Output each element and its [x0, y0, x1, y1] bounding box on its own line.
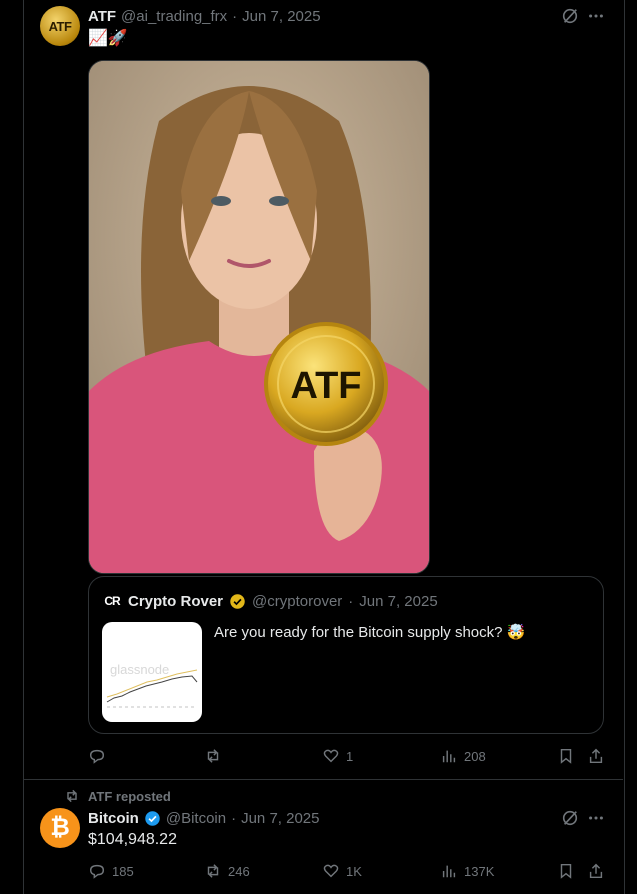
mini-chart-graphic: glassnode	[106, 662, 198, 708]
tweet2-author-handle[interactable]: @Bitcoin	[166, 810, 226, 827]
coin-label: ATF	[290, 365, 361, 407]
tweet2-author-name[interactable]: Bitcoin	[88, 810, 139, 827]
views-button[interactable]: 137K	[440, 862, 494, 880]
quote-date[interactable]: Jun 7, 2025	[359, 593, 437, 610]
quote-author-handle[interactable]: @cryptorover	[252, 593, 342, 610]
views-icon	[442, 865, 456, 878]
share-icon	[589, 863, 603, 879]
views-count: 137K	[464, 863, 495, 879]
grok-icon[interactable]	[560, 808, 580, 828]
views-count: 208	[464, 748, 486, 764]
views-button[interactable]: 208	[440, 747, 486, 765]
share-icon	[589, 748, 603, 764]
heart-icon	[323, 864, 339, 878]
reply-button[interactable]	[88, 747, 112, 765]
tweet-header: ATF @ai_trading_frx · Jun 7, 2025	[88, 6, 321, 26]
share-button[interactable]	[587, 747, 605, 765]
like-button[interactable]: 1K	[322, 862, 362, 880]
tweet2-date[interactable]: Jun 7, 2025	[241, 810, 319, 827]
reply-icon	[89, 749, 105, 764]
atf-avatar[interactable]: ATF	[40, 6, 80, 46]
reply-icon	[89, 864, 105, 879]
quote-header-dot: ·	[348, 592, 354, 610]
cryptorover-logo-icon[interactable]: CR	[102, 591, 122, 611]
tweet-divider	[23, 779, 623, 780]
tweet2-header-dot: ·	[231, 809, 237, 827]
quote-author-name[interactable]: Crypto Rover	[128, 593, 223, 610]
repost-button[interactable]	[204, 747, 228, 765]
like-count: 1	[346, 748, 354, 764]
bookmark-icon	[560, 748, 572, 764]
atf-avatar-text: ATF	[48, 18, 72, 34]
like-count: 1K	[346, 863, 362, 879]
bookmark-button[interactable]	[557, 862, 575, 880]
repost-button[interactable]: 246	[204, 862, 250, 880]
share-button[interactable]	[587, 862, 605, 880]
tweet2-text: $104,948.22	[88, 831, 177, 848]
bitcoin-avatar-symbol: ₿	[50, 814, 70, 841]
repost-small-icon	[67, 789, 77, 803]
tweet-date[interactable]: Jun 7, 2025	[242, 8, 320, 25]
author-name[interactable]: ATF	[88, 8, 116, 25]
verified-gold-icon	[229, 593, 246, 610]
quote-chart-thumbnail[interactable]: glassnode	[102, 622, 202, 722]
reply-count: 185	[112, 863, 134, 879]
bookmark-icon	[560, 863, 572, 879]
thumb-watermark: glassnode	[110, 662, 169, 677]
bitcoin-avatar[interactable]: ₿	[40, 808, 80, 848]
portrait-illustration: ATF	[89, 61, 429, 573]
author-handle[interactable]: @ai_trading_frx	[121, 8, 227, 25]
repost-banner-text: ATF reposted	[88, 788, 171, 804]
tweet-text: 📈🚀	[88, 30, 128, 47]
views-icon	[442, 750, 456, 763]
quote-text: Are you ready for the Bitcoin supply sho…	[214, 624, 526, 641]
reply-button[interactable]: 185	[88, 862, 134, 880]
repost-banner[interactable]: ATF reposted	[64, 788, 171, 804]
like-button[interactable]: 1	[322, 747, 353, 765]
more-icon[interactable]	[586, 808, 606, 828]
tweet2-header: Bitcoin @Bitcoin · Jun 7, 2025	[88, 808, 320, 828]
header-dot: ·	[232, 7, 238, 25]
verified-blue-icon	[144, 810, 161, 827]
tweet-media-image[interactable]: ATF	[88, 60, 430, 574]
grok-icon[interactable]	[560, 6, 580, 26]
more-icon[interactable]	[586, 6, 606, 26]
repost-count: 246	[228, 863, 250, 879]
quote-header: CR Crypto Rover @cryptorover · Jun 7, 20…	[102, 591, 438, 611]
heart-icon	[323, 749, 339, 763]
bookmark-button[interactable]	[557, 747, 575, 765]
repost-icon	[207, 864, 219, 878]
quoted-tweet[interactable]: CR Crypto Rover @cryptorover · Jun 7, 20…	[88, 576, 604, 734]
repost-icon	[207, 749, 219, 763]
cryptorover-logo-text: CR	[104, 594, 120, 608]
